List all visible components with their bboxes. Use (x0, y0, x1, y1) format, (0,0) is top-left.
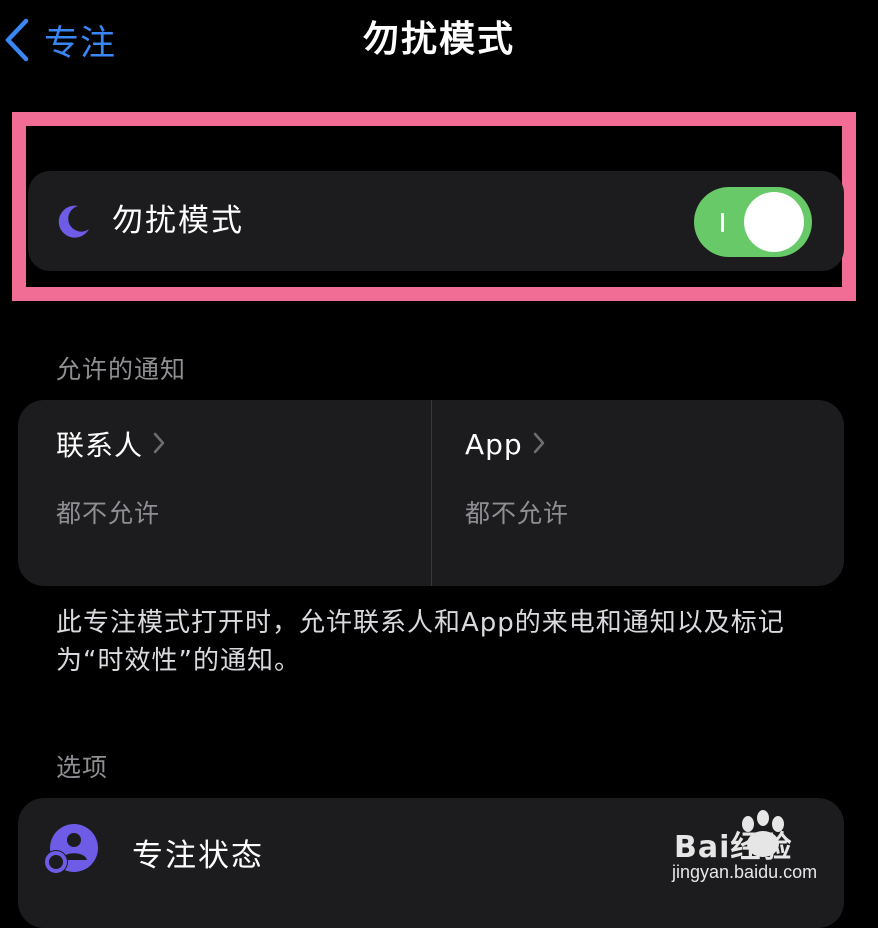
chevron-right-icon (533, 428, 545, 461)
watermark-url: jingyan.baidu.com (672, 862, 818, 882)
chevron-right-icon (153, 428, 165, 461)
moon-icon (56, 203, 92, 239)
allow-apps-cell[interactable]: App 都不允许 (432, 400, 832, 586)
toggle-knob (744, 192, 804, 252)
allow-apps-title: App (465, 427, 523, 461)
focus-status-label: 专注状态 (132, 838, 264, 874)
dnd-row: 勿扰模式 (28, 171, 844, 271)
options-header: 选项 (56, 753, 109, 782)
allow-people-cell[interactable]: 联系人 都不允许 (18, 400, 418, 586)
person-circle-icon (42, 822, 100, 880)
page-title: 勿扰模式 (362, 19, 515, 60)
watermark-brand: Bai经验 (674, 830, 793, 865)
dnd-label: 勿扰模式 (112, 203, 244, 239)
allowed-notifications-footnote: 此专注模式打开时，允许联系人和App的来电和通知以及标记为“时效性”的通知。 (56, 608, 785, 676)
allow-people-subtitle: 都不允许 (56, 499, 161, 528)
allowed-notifications-header: 允许的通知 (56, 355, 187, 384)
allow-people-title-row: 联系人 (56, 424, 165, 464)
allow-people-title: 联系人 (56, 429, 144, 462)
baidu-watermark: Bai经验 jingyan.baidu.com (672, 810, 872, 890)
toggle-on-indicator (721, 213, 724, 232)
allow-apps-title-row: App (465, 424, 545, 464)
allowed-notifications-card: 联系人 都不允许 App 都不允许 (18, 400, 844, 586)
allow-apps-subtitle: 都不允许 (465, 499, 570, 528)
dnd-toggle[interactable] (694, 187, 812, 257)
